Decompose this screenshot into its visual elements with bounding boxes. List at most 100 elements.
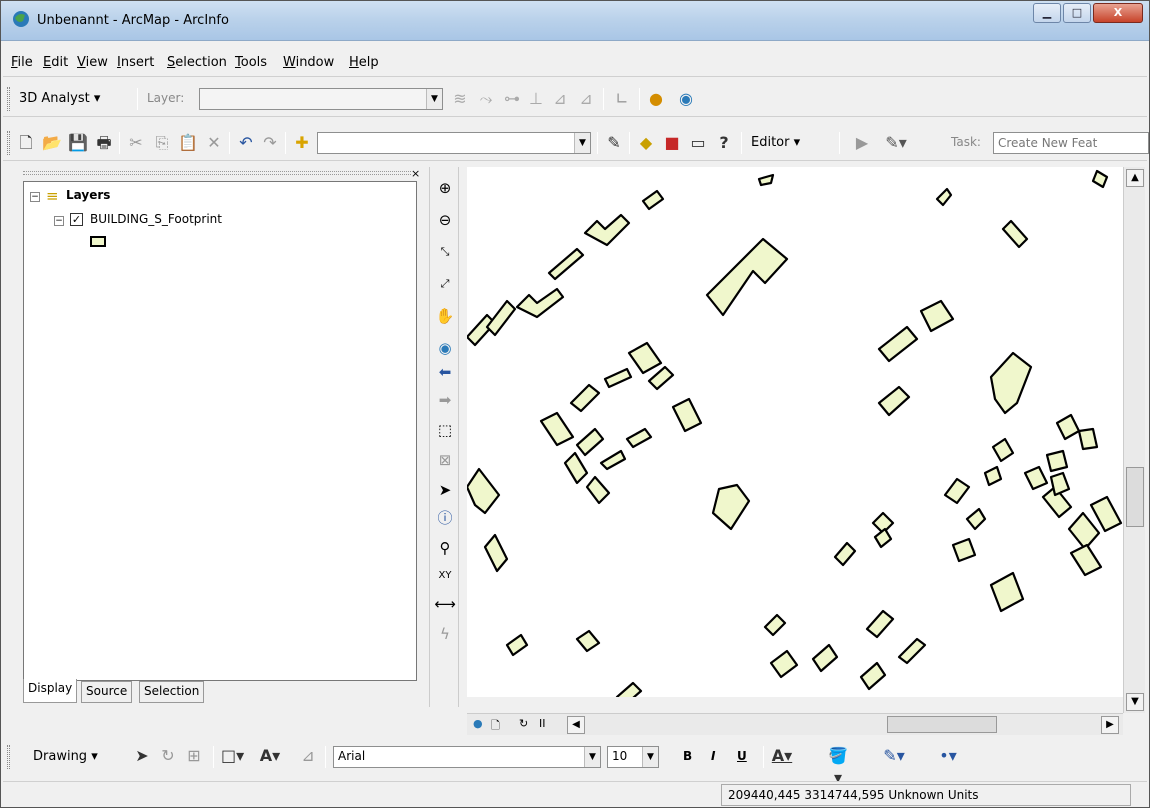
map-view[interactable]	[467, 167, 1123, 697]
zoom-whole-page-icon[interactable]: ⊞	[183, 745, 205, 767]
interpolate-point-icon[interactable]: ⊥	[525, 88, 547, 110]
fill-color-icon[interactable]: 🪣▾	[827, 745, 849, 787]
layer-name[interactable]: BUILDING_S_Footprint	[90, 212, 222, 226]
font-color-icon[interactable]: A▾	[771, 745, 793, 767]
editor-menu[interactable]: Editor ▾	[751, 135, 800, 150]
menu-edit[interactable]: Edit	[43, 55, 68, 70]
collapse-icon[interactable]: −	[54, 216, 64, 226]
steepest-path-icon[interactable]: ⤳	[475, 88, 497, 110]
save-icon[interactable]: 💾	[67, 132, 89, 154]
line-color-icon[interactable]: ✎▾	[883, 745, 905, 767]
identify-icon[interactable]: ⓘ	[434, 507, 456, 529]
paste-icon[interactable]: 📋	[177, 132, 199, 154]
underline-button[interactable]: U	[737, 749, 747, 763]
fixed-zoom-out-icon[interactable]: ⤢	[434, 273, 456, 295]
new-document-icon[interactable]: 🗋	[15, 132, 37, 154]
fixed-zoom-in-icon[interactable]: ⤡	[434, 241, 456, 263]
scroll-left-icon[interactable]: ◀	[567, 716, 585, 734]
drawing-menu[interactable]: Drawing ▾	[33, 749, 98, 764]
cut-icon[interactable]: ✂	[125, 132, 147, 154]
zoom-in-icon[interactable]: ⊕	[434, 177, 456, 199]
toc-close-icon[interactable]: ×	[411, 167, 420, 180]
menu-view[interactable]: View	[77, 55, 108, 70]
edit-tool-icon[interactable]: ▶	[851, 132, 873, 154]
font-name-combo[interactable]: Arial ▼	[333, 746, 601, 768]
arcglobe-icon[interactable]: ◉	[675, 88, 697, 110]
clear-selection-icon[interactable]: ⊠	[434, 449, 456, 471]
zoom-out-icon[interactable]: ⊖	[434, 209, 456, 231]
horizontal-scroll-thumb[interactable]	[887, 716, 997, 733]
map-scale-combo[interactable]: ▼	[317, 132, 591, 154]
select-elements-icon[interactable]: ➤	[131, 745, 153, 767]
profile-graph-icon[interactable]: ∟	[611, 88, 633, 110]
go-to-xy-icon[interactable]: XY	[434, 565, 456, 587]
tab-selection[interactable]: Selection	[139, 681, 205, 703]
font-size-combo[interactable]: 10 ▼	[607, 746, 659, 768]
text-icon[interactable]: A▾	[259, 745, 281, 767]
3d-analyst-menu[interactable]: 3D Analyst ▾	[19, 91, 100, 106]
arccatalog-icon[interactable]: ◆	[635, 132, 657, 154]
arcscene-icon[interactable]: ●	[645, 88, 667, 110]
minimize-button[interactable]: ▁	[1033, 3, 1061, 23]
undo-icon[interactable]: ↶	[235, 132, 257, 154]
full-extent-icon[interactable]: ◉	[434, 337, 456, 359]
menu-insert[interactable]: Insert	[117, 55, 154, 70]
select-features-icon[interactable]: ⬚	[434, 419, 456, 441]
add-data-icon[interactable]: ✚	[291, 132, 313, 154]
open-icon[interactable]: 📂	[41, 132, 63, 154]
hyperlink-icon[interactable]: ϟ	[434, 623, 456, 645]
layer-visibility-checkbox[interactable]: ✓	[70, 213, 83, 226]
interpolate-line-icon[interactable]: ⊿	[549, 88, 571, 110]
sketch-tool-icon[interactable]: ✎▾	[885, 132, 907, 154]
select-elements-icon[interactable]: ➤	[434, 479, 456, 501]
toolbar-grip[interactable]	[7, 745, 10, 769]
scroll-down-icon[interactable]: ▼	[1126, 693, 1144, 711]
line-of-sight-icon[interactable]: ⊶	[501, 88, 523, 110]
rectangle-icon[interactable]: □▾	[221, 745, 244, 767]
layers-root-label[interactable]: Layers	[66, 188, 110, 202]
horizontal-scrollbar[interactable]: ● 🗋 ↻ II ◀ ▶	[467, 713, 1123, 735]
layer-combo[interactable]: ▼	[199, 88, 443, 110]
collapse-icon[interactable]: −	[30, 192, 40, 202]
pause-icon[interactable]: II	[539, 717, 546, 730]
command-line-icon[interactable]: ▭	[687, 132, 709, 154]
menu-file[interactable]: File	[11, 55, 33, 70]
toolbar-grip[interactable]	[7, 131, 10, 155]
print-icon[interactable]: 🖶	[93, 132, 115, 154]
arctoolbox-icon[interactable]: ■	[661, 132, 683, 154]
whats-this-icon[interactable]: ?	[713, 132, 735, 154]
scroll-right-icon[interactable]: ▶	[1101, 716, 1119, 734]
menu-selection[interactable]: Selection	[167, 55, 227, 70]
copy-icon[interactable]: ⎘	[151, 132, 173, 154]
back-icon[interactable]: ⬅	[434, 361, 456, 383]
toolbar-grip[interactable]	[7, 87, 10, 111]
measure-icon[interactable]: ⟷	[434, 593, 456, 615]
pan-icon[interactable]: ✋	[434, 305, 456, 327]
edit-vertices-icon[interactable]: ⊿	[297, 745, 319, 767]
refresh-icon[interactable]: ↻	[519, 717, 528, 730]
interpolate-polygon-icon[interactable]: ⊿	[575, 88, 597, 110]
vertical-scroll-thumb[interactable]	[1126, 467, 1144, 527]
delete-icon[interactable]: ✕	[203, 132, 225, 154]
editor-toolbar-icon[interactable]: ✎	[603, 132, 625, 154]
tab-source[interactable]: Source	[81, 681, 133, 703]
contour-icon[interactable]: ≋	[449, 88, 471, 110]
task-combo[interactable]: Create New Feat	[993, 132, 1149, 154]
maximize-button[interactable]: □	[1063, 3, 1091, 23]
marker-color-icon[interactable]: •▾	[937, 745, 959, 767]
forward-icon[interactable]: ➡	[434, 389, 456, 411]
layout-view-icon[interactable]: 🗋	[491, 717, 500, 736]
redo-icon[interactable]: ↷	[259, 132, 281, 154]
italic-button[interactable]: I	[711, 749, 715, 763]
close-button[interactable]: X	[1093, 3, 1143, 23]
layer-symbol-swatch[interactable]	[90, 236, 106, 247]
find-icon[interactable]: ⚲	[434, 537, 456, 559]
bold-button[interactable]: B	[683, 749, 692, 763]
scroll-up-icon[interactable]: ▲	[1126, 169, 1144, 187]
menu-tools[interactable]: Tools	[235, 55, 267, 70]
tab-display[interactable]: Display	[23, 679, 78, 703]
rotate-icon[interactable]: ↻	[157, 745, 179, 767]
menu-help[interactable]: Help	[349, 55, 379, 70]
vertical-scrollbar[interactable]: ▲ ▼	[1123, 167, 1145, 713]
data-view-icon[interactable]: ●	[473, 717, 483, 730]
